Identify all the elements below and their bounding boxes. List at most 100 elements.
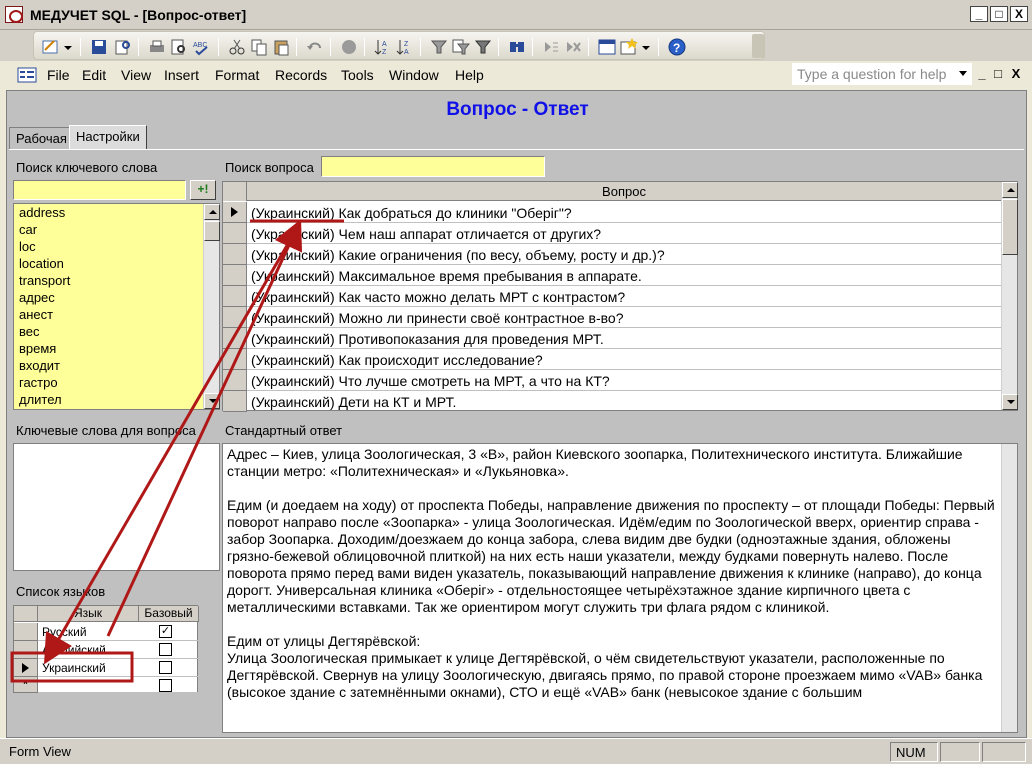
new-record-icon[interactable] — [542, 38, 560, 56]
form-icon[interactable] — [17, 67, 37, 83]
print-icon[interactable] — [148, 38, 166, 56]
list-item[interactable]: длител — [19, 392, 62, 407]
help-icon[interactable]: ? — [668, 38, 686, 56]
column-header-base[interactable]: Базовый — [139, 606, 199, 622]
answer-scrollbar[interactable] — [1001, 444, 1017, 732]
filter-by-selection-icon[interactable] — [430, 38, 448, 56]
question-cell[interactable]: (Украинский) Чем наш аппарат отличается … — [251, 226, 601, 242]
list-item[interactable]: время — [19, 341, 56, 356]
row-selector[interactable] — [223, 391, 247, 412]
table-row[interactable]: (Украинский) Какие ограничения (по весу,… — [223, 244, 1001, 265]
question-cell[interactable]: (Украинский) Как часто можно делать МРТ … — [251, 289, 625, 305]
mdi-close-button[interactable]: X — [1008, 66, 1024, 81]
design-view-icon[interactable] — [42, 38, 60, 56]
filter-by-form-icon[interactable] — [452, 38, 470, 56]
question-grid-scrollbar[interactable] — [1001, 182, 1018, 410]
new-object-icon[interactable] — [620, 38, 638, 56]
list-item[interactable]: вес — [19, 324, 40, 339]
spelling-icon[interactable]: ABC — [192, 38, 210, 56]
maximize-button[interactable]: □ — [990, 6, 1008, 22]
table-row[interactable]: * — [14, 677, 199, 693]
scroll-up-button[interactable] — [204, 204, 220, 220]
row-selector[interactable] — [223, 223, 247, 244]
hyperlink-icon[interactable] — [340, 38, 358, 56]
list-item[interactable]: анест — [19, 307, 53, 322]
row-selector[interactable] — [223, 307, 247, 328]
question-cell[interactable]: (Украинский) Дети на КТ и МРТ. — [251, 394, 456, 410]
base-checkbox[interactable] — [159, 661, 172, 674]
table-row[interactable]: (Украинский) Противопоказания для провед… — [223, 328, 1001, 349]
question-cell[interactable]: (Украинский) Как происходит исследование… — [251, 352, 543, 368]
question-cell[interactable]: (Украинский) Как добраться до клиники "О… — [251, 205, 572, 221]
row-selector[interactable] — [223, 202, 247, 223]
scroll-thumb[interactable] — [1002, 199, 1018, 255]
grid-select-all[interactable] — [14, 606, 38, 622]
row-selector[interactable] — [223, 265, 247, 286]
delete-record-icon[interactable] — [564, 38, 582, 56]
question-cell[interactable]: (Украинский) Что лучше смотреть на МРТ, … — [251, 373, 610, 389]
list-item[interactable]: адрес — [19, 290, 55, 305]
minimize-button[interactable]: _ — [970, 6, 988, 22]
row-selector[interactable] — [223, 370, 247, 391]
scroll-up-button[interactable] — [1002, 182, 1018, 198]
row-selector[interactable] — [223, 286, 247, 307]
keyword-list-scrollbar[interactable] — [203, 204, 220, 409]
language-name[interactable]: Украинский — [42, 661, 106, 675]
menu-file[interactable]: File — [47, 67, 70, 83]
language-name[interactable]: Русский — [42, 625, 87, 639]
table-row[interactable]: (Украинский) Дети на КТ и МРТ. — [223, 391, 1001, 412]
keyword-list[interactable]: address car loc location transport адрес… — [13, 203, 220, 410]
database-window-icon[interactable] — [598, 38, 616, 56]
undo-icon[interactable] — [306, 38, 324, 56]
scroll-thumb[interactable] — [204, 221, 220, 241]
table-row[interactable]: (Украинский) Можно ли принести своё конт… — [223, 307, 1001, 328]
column-header-language[interactable]: Язык — [38, 606, 139, 622]
language-name[interactable]: Английский — [42, 643, 106, 657]
close-button[interactable]: X — [1010, 6, 1028, 22]
row-selector[interactable] — [14, 659, 38, 677]
sort-descending-icon[interactable]: ZA — [396, 38, 414, 56]
save-icon[interactable] — [90, 38, 108, 56]
cut-icon[interactable] — [228, 38, 246, 56]
print-preview-icon[interactable] — [170, 38, 188, 56]
file-search-icon[interactable] — [114, 38, 132, 56]
base-checkbox[interactable] — [159, 643, 172, 656]
row-selector[interactable] — [14, 623, 38, 641]
list-item[interactable]: car — [19, 222, 37, 237]
base-checkbox[interactable] — [159, 679, 172, 692]
tab-rabochaya[interactable]: Рабочая — [9, 127, 74, 149]
menu-format[interactable]: Format — [215, 67, 259, 83]
find-icon[interactable] — [508, 38, 526, 56]
table-row[interactable]: (Украинский) Как часто можно делать МРТ … — [223, 286, 1001, 307]
row-selector[interactable] — [223, 244, 247, 265]
menu-edit[interactable]: Edit — [82, 67, 106, 83]
table-row[interactable]: Украинский — [14, 659, 199, 677]
apply-filter-icon[interactable] — [474, 38, 492, 56]
new-object-dropdown-icon[interactable] — [642, 38, 650, 56]
row-selector[interactable] — [14, 641, 38, 659]
question-cell[interactable]: (Украинский) Какие ограничения (по весу,… — [251, 247, 665, 263]
toolbar-options-grip[interactable] — [752, 34, 764, 58]
new-record-selector[interactable]: * — [14, 677, 38, 693]
table-row[interactable]: (Украинский) Что лучше смотреть на МРТ, … — [223, 370, 1001, 391]
table-row[interactable]: Русский ✓ — [14, 623, 199, 641]
base-checkbox[interactable]: ✓ — [159, 625, 172, 638]
menu-view[interactable]: View — [121, 67, 151, 83]
mdi-restore-button[interactable]: □ — [990, 66, 1006, 81]
keywords-for-question-list[interactable] — [13, 443, 220, 571]
table-row[interactable]: (Украинский) Как добраться до клиники "О… — [223, 202, 1001, 223]
list-item[interactable]: гастро — [19, 375, 58, 390]
row-selector[interactable] — [223, 328, 247, 349]
ask-question-dropdown-icon[interactable] — [959, 71, 967, 76]
sort-ascending-icon[interactable]: AZ — [374, 38, 392, 56]
tab-nastroiki[interactable]: Настройки — [69, 125, 147, 149]
list-item[interactable]: transport — [19, 273, 70, 288]
list-item[interactable]: loc — [19, 239, 36, 254]
copy-icon[interactable] — [250, 38, 268, 56]
table-row[interactable]: (Украинский) Максимальное время пребыван… — [223, 265, 1001, 286]
question-search-input[interactable] — [321, 156, 545, 177]
standard-answer-text[interactable]: Адрес – Киев, улица Зоологическая, 3 «В»… — [227, 446, 995, 701]
menu-records[interactable]: Records — [275, 67, 327, 83]
list-item[interactable]: address — [19, 205, 65, 220]
column-header-question[interactable]: Вопрос — [247, 184, 1001, 199]
